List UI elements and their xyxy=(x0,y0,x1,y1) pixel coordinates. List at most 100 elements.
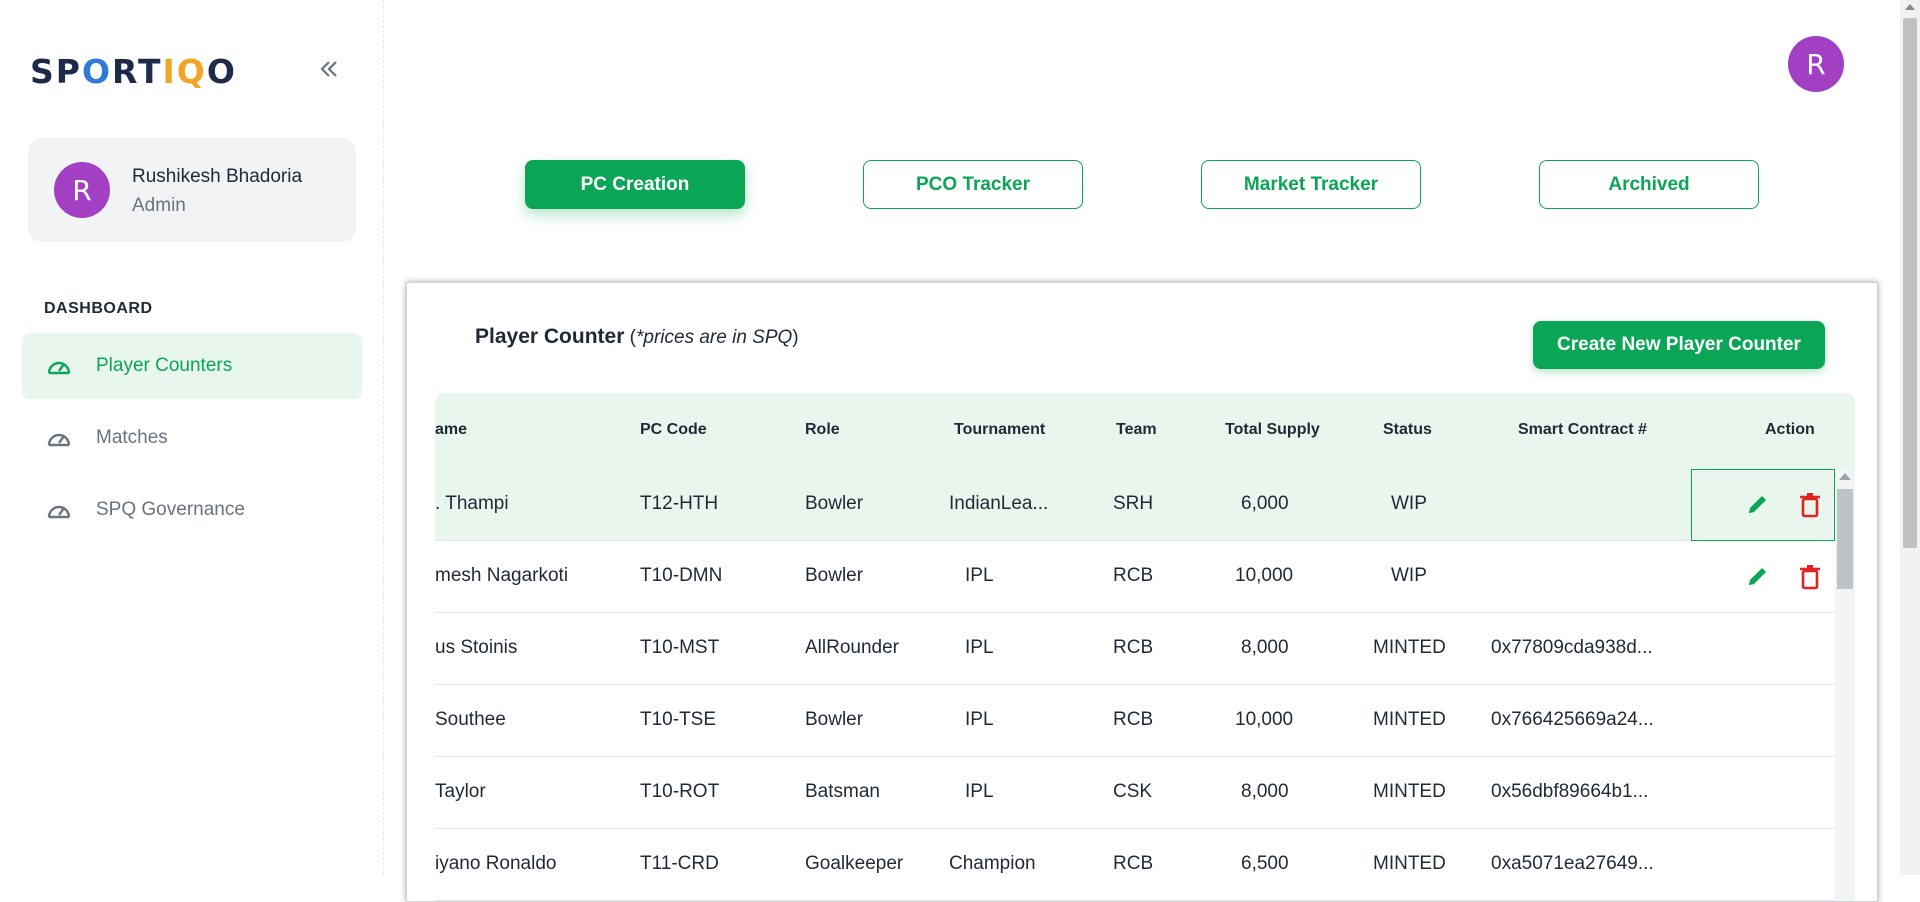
cell-status: MINTED xyxy=(1373,637,1446,658)
cell-total-supply: 6,500 xyxy=(1241,853,1289,874)
player-counter-panel: Player Counter (*prices are in SPQ) Crea… xyxy=(406,282,1878,902)
cell-status: WIP xyxy=(1391,565,1427,586)
cell-team: RCB xyxy=(1113,637,1154,658)
cell-team: RCB xyxy=(1113,853,1154,874)
page-scrollbar-thumb[interactable] xyxy=(1903,18,1917,548)
cell-status: MINTED xyxy=(1373,853,1446,874)
sidebar-item-matches[interactable]: Matches xyxy=(22,405,362,471)
cell-tournament: IPL xyxy=(965,781,994,802)
cell-name: us Stoinis xyxy=(435,637,518,658)
cell-smart-contract[interactable]: 0xa5071ea27649... xyxy=(1491,853,1654,875)
tab-market-tracker[interactable]: Market Tracker xyxy=(1201,160,1421,209)
tab-pco-tracker[interactable]: PCO Tracker xyxy=(863,160,1083,209)
cell-role: Bowler xyxy=(805,709,864,730)
cell-pc-code: T10-MST xyxy=(640,637,720,658)
cell-team: RCB xyxy=(1113,565,1154,586)
user-avatar[interactable]: R xyxy=(54,162,110,218)
pencil-icon[interactable] xyxy=(1745,563,1771,591)
cell-name: mesh Nagarkoti xyxy=(435,565,569,586)
cell-total-supply: 6,000 xyxy=(1241,493,1289,514)
cell-pc-code: T10-DMN xyxy=(640,565,723,586)
tab-pc-creation[interactable]: PC Creation xyxy=(525,160,745,209)
cell-team: RCB xyxy=(1113,709,1154,730)
cell-total-supply: 10,000 xyxy=(1235,565,1294,586)
table-row[interactable]: Southee T10-TSE Bowler IPL RCB 10,000 MI… xyxy=(435,685,1835,757)
user-role: Admin xyxy=(132,195,186,216)
cell-team: CSK xyxy=(1113,781,1153,802)
table-header: ame PC Code Role Tournament Team Total S… xyxy=(435,393,1855,469)
table-row[interactable]: . Thampi T12-HTH Bowler IndianLea... SRH… xyxy=(435,469,1835,541)
table-row[interactable]: us Stoinis T10-MST AllRounder IPL RCB 8,… xyxy=(435,613,1835,685)
pencil-icon[interactable] xyxy=(1745,491,1771,519)
cell-pc-code: T11-CRD xyxy=(640,853,719,874)
cell-smart-contract[interactable]: 0x77809cda938d... xyxy=(1491,637,1653,659)
cell-name: Southee xyxy=(435,709,506,730)
sidebar-item-label: SPQ Governance xyxy=(96,499,245,520)
collapse-sidebar-button[interactable] xyxy=(312,52,346,86)
price-note: *prices are in SPQ xyxy=(636,327,793,348)
cell-tournament: Champion xyxy=(949,853,1036,874)
cell-total-supply: 8,000 xyxy=(1241,637,1289,658)
cell-role: AllRounder xyxy=(805,637,899,658)
cell-smart-contract[interactable]: 0x56dbf89664b1... xyxy=(1491,781,1648,803)
cell-total-supply: 10,000 xyxy=(1235,709,1294,730)
cell-role: Goalkeeper xyxy=(805,853,904,874)
table-row[interactable]: mesh Nagarkoti T10-DMN Bowler IPL RCB 10… xyxy=(435,541,1835,613)
cell-tournament: IndianLea... xyxy=(949,493,1049,514)
profile-avatar-button[interactable]: R xyxy=(1788,36,1844,92)
cell-tournament: IPL xyxy=(965,709,994,730)
scroll-up-arrow-icon[interactable] xyxy=(1905,4,1915,10)
user-card: R Rushikesh Bhadoria Admin xyxy=(28,138,356,242)
cell-total-supply: 8,000 xyxy=(1241,781,1289,802)
cell-role: Bowler xyxy=(805,493,864,514)
cell-tournament: IPL xyxy=(965,565,994,586)
column-header-action[interactable]: Action xyxy=(1765,421,1815,439)
cell-pc-code: T10-ROT xyxy=(640,781,720,802)
dashboard-section-label: DASHBOARD xyxy=(44,300,153,317)
speedometer-icon xyxy=(47,361,71,375)
column-header-name[interactable]: ame xyxy=(435,421,467,439)
cell-name: iyano Ronaldo xyxy=(435,853,557,874)
sidebar-item-label: Player Counters xyxy=(96,355,233,376)
cell-pc-code: T12-HTH xyxy=(640,493,719,514)
speedometer-icon xyxy=(47,505,71,519)
cell-status: MINTED xyxy=(1373,781,1446,802)
column-header-smart-contract[interactable]: Smart Contract # xyxy=(1518,421,1647,439)
table-row[interactable]: Taylor T10-ROT Batsman IPL CSK 8,000 MIN… xyxy=(435,757,1835,829)
user-name: Rushikesh Bhadoria xyxy=(132,166,303,187)
trash-icon[interactable] xyxy=(1797,491,1823,519)
table-scrollbar-thumb[interactable] xyxy=(1837,489,1853,589)
tab-archived[interactable]: Archived xyxy=(1539,160,1759,209)
column-header-status[interactable]: Status xyxy=(1383,421,1432,439)
column-header-role[interactable]: Role xyxy=(805,421,840,439)
sportiqo-logo[interactable]: SPORTIQO xyxy=(30,52,237,91)
column-header-tournament[interactable]: Tournament xyxy=(954,421,1045,439)
cell-team: SRH xyxy=(1113,493,1154,514)
cell-name: Taylor xyxy=(435,781,486,802)
speedometer-icon xyxy=(47,433,71,447)
double-chevron-left-icon xyxy=(320,61,337,77)
cell-role: Batsman xyxy=(805,781,880,802)
create-player-counter-button[interactable]: Create New Player Counter xyxy=(1533,321,1825,369)
sidebar-item-label: Matches xyxy=(96,427,168,448)
cell-role: Bowler xyxy=(805,565,864,586)
cell-tournament: IPL xyxy=(965,637,994,658)
table-row[interactable]: iyano Ronaldo T11-CRD Goalkeeper Champio… xyxy=(435,829,1835,901)
cell-status: MINTED xyxy=(1373,709,1446,730)
column-header-total-supply[interactable]: Total Supply xyxy=(1225,421,1320,439)
column-header-pc-code[interactable]: PC Code xyxy=(640,421,707,439)
cell-name: . Thampi xyxy=(435,493,509,514)
player-counter-table: ame PC Code Role Tournament Team Total S… xyxy=(435,393,1855,901)
column-header-team[interactable]: Team xyxy=(1116,421,1157,439)
sidebar: SPORTIQO R Rushikesh Bhadoria Admin DASH… xyxy=(0,0,384,875)
cell-pc-code: T10-TSE xyxy=(640,709,717,730)
panel-title: Player Counter (*prices are in SPQ) xyxy=(475,325,799,348)
scroll-up-arrow-icon[interactable] xyxy=(1839,473,1851,480)
sidebar-item-spq-governance[interactable]: SPQ Governance xyxy=(22,477,362,543)
trash-icon[interactable] xyxy=(1797,563,1823,591)
cell-smart-contract[interactable]: 0x766425669a24... xyxy=(1491,709,1654,731)
table-scrollbar[interactable] xyxy=(1835,469,1855,901)
page-scrollbar[interactable] xyxy=(1900,0,1920,875)
sidebar-item-player-counters[interactable]: Player Counters xyxy=(22,333,362,399)
cell-status: WIP xyxy=(1391,493,1427,514)
